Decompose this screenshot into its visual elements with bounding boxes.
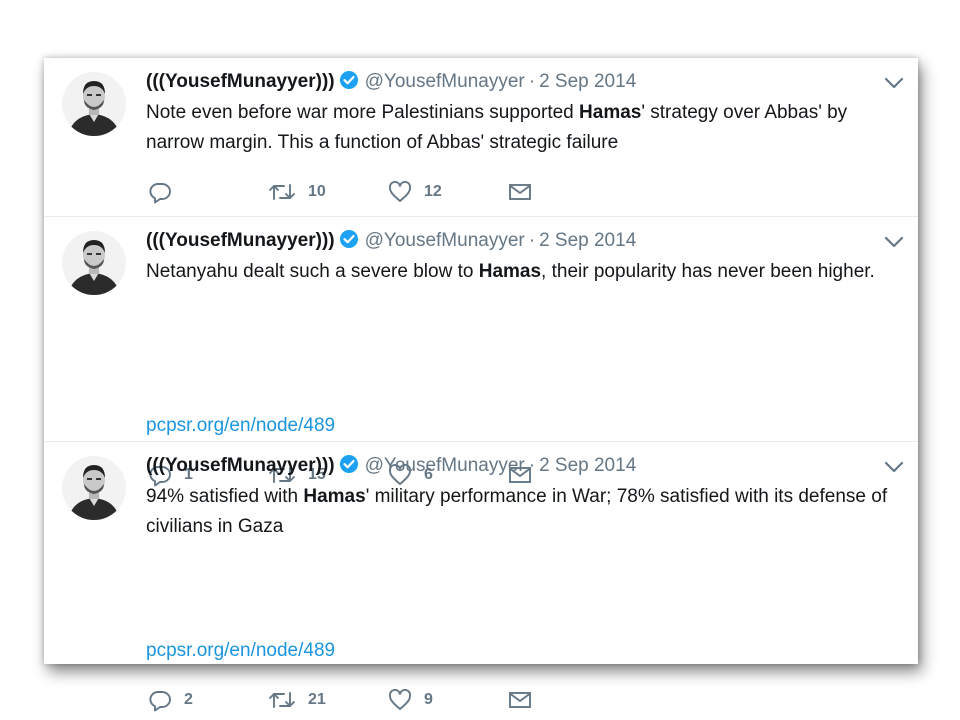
tweet[interactable]: (((YousefMunayyer))) @YousefMunayyer · 2 Se… bbox=[44, 58, 918, 217]
tweet-header: (((YousefMunayyer))) @YousefMunayyer · 2 Se… bbox=[146, 229, 636, 256]
separator-dot: · bbox=[528, 71, 536, 92]
avatar[interactable] bbox=[62, 456, 126, 520]
separator-dot: · bbox=[528, 230, 536, 251]
tweet-text: Note even before war more Palestinians s… bbox=[146, 98, 906, 158]
retweet-count: 21 bbox=[308, 691, 326, 708]
retweet-icon bbox=[268, 689, 296, 711]
tweet-text-highlight: Hamas bbox=[478, 261, 542, 282]
retweet-button[interactable]: 21 bbox=[268, 687, 326, 713]
avatar[interactable] bbox=[62, 72, 126, 136]
chevron-down-icon[interactable] bbox=[884, 76, 904, 95]
tweet-text-start: 94% satisfied with bbox=[146, 486, 304, 507]
screen-name[interactable]: @YousefMunayyer bbox=[365, 230, 525, 251]
tweet-text-end: , their popularity has never been higher… bbox=[541, 261, 875, 282]
chevron-down-icon[interactable] bbox=[884, 460, 904, 479]
reply-icon bbox=[148, 180, 172, 204]
verified-badge-icon bbox=[339, 70, 359, 97]
reply-count: 2 bbox=[184, 691, 193, 708]
avatar[interactable] bbox=[62, 231, 126, 295]
reply-button[interactable] bbox=[148, 179, 184, 205]
like-count: 12 bbox=[424, 183, 442, 200]
verified-badge-icon bbox=[339, 454, 359, 481]
screen-name[interactable]: @YousefMunayyer bbox=[365, 71, 525, 92]
tweet-link[interactable]: pcpsr.org/en/node/489 bbox=[146, 636, 335, 666]
direct-message-button[interactable] bbox=[508, 687, 532, 713]
display-name[interactable]: (((YousefMunayyer))) bbox=[146, 230, 335, 251]
tweet[interactable]: (((YousefMunayyer))) @YousefMunayyer · 2 Se… bbox=[44, 442, 918, 712]
tweet-text-start: Note even before war more Palestinians s… bbox=[146, 102, 580, 123]
tweet-text-highlight: Hamas bbox=[579, 102, 642, 123]
timestamp[interactable]: 2 Sep 2014 bbox=[539, 455, 636, 476]
display-name[interactable]: (((YousefMunayyer))) bbox=[146, 455, 335, 476]
retweet-icon bbox=[268, 181, 296, 203]
envelope-icon bbox=[508, 690, 532, 710]
tweet-link[interactable]: pcpsr.org/en/node/489 bbox=[146, 411, 335, 441]
chevron-down-icon[interactable] bbox=[884, 235, 904, 254]
tweet-text-highlight: Hamas bbox=[303, 486, 366, 507]
verified-badge-icon bbox=[339, 229, 359, 256]
envelope-icon bbox=[508, 182, 532, 202]
retweet-button[interactable]: 10 bbox=[268, 179, 326, 205]
reply-icon bbox=[148, 688, 172, 712]
tweet-list: (((YousefMunayyer))) @YousefMunayyer · 2 Se… bbox=[44, 58, 918, 712]
heart-icon bbox=[388, 181, 412, 203]
reply-button[interactable]: 2 bbox=[148, 687, 193, 713]
tweet[interactable]: (((YousefMunayyer))) @YousefMunayyer · 2 Se… bbox=[44, 217, 918, 487]
heart-icon bbox=[388, 689, 412, 711]
retweet-count: 10 bbox=[308, 183, 326, 200]
tweet-header: (((YousefMunayyer))) @YousefMunayyer · 2 Se… bbox=[146, 70, 636, 97]
like-button[interactable]: 9 bbox=[388, 687, 433, 713]
tweet-text: 94% satisfied with Hamas' military perfo… bbox=[146, 482, 906, 542]
timestamp[interactable]: 2 Sep 2014 bbox=[539, 230, 636, 251]
screen-name[interactable]: @YousefMunayyer bbox=[365, 455, 525, 476]
separator-dot: · bbox=[528, 455, 536, 476]
tweet-header: (((YousefMunayyer))) @YousefMunayyer · 2 Se… bbox=[146, 454, 636, 481]
like-count: 9 bbox=[424, 691, 433, 708]
tweet-text: Netanyahu dealt such a severe blow to Ha… bbox=[146, 257, 906, 287]
display-name[interactable]: (((YousefMunayyer))) bbox=[146, 71, 335, 92]
direct-message-button[interactable] bbox=[508, 179, 532, 205]
like-button[interactable]: 12 bbox=[388, 179, 442, 205]
timestamp[interactable]: 2 Sep 2014 bbox=[539, 71, 636, 92]
tweet-text-start: Netanyahu dealt such a severe blow to bbox=[146, 261, 479, 282]
